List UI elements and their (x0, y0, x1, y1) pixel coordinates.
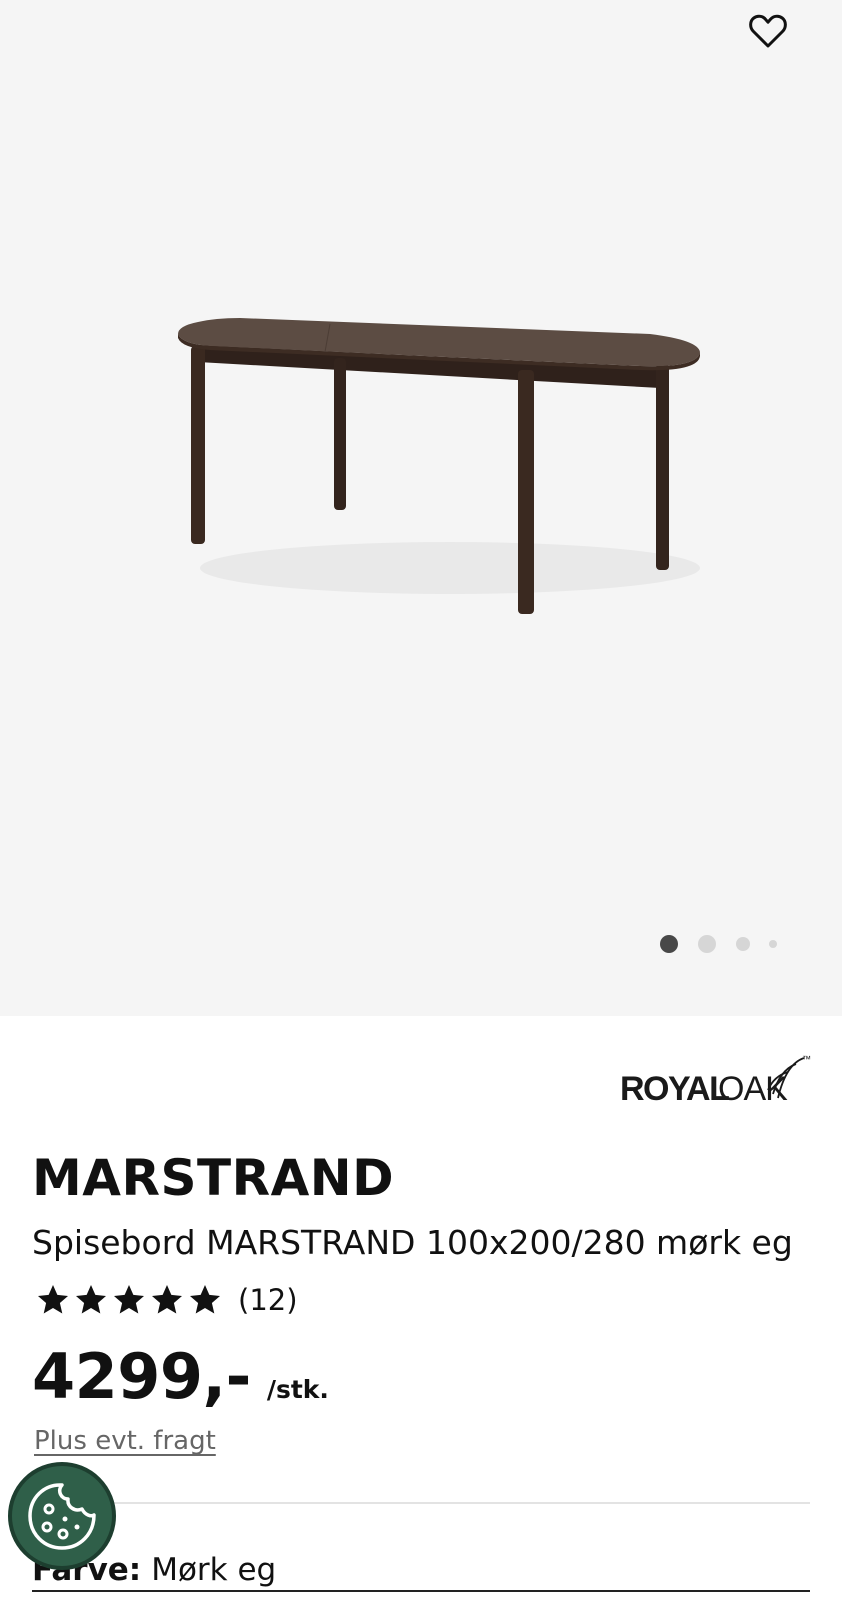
star-filled-icon (38, 1285, 68, 1314)
review-count: (12) (238, 1283, 298, 1317)
star-filled-icon (114, 1285, 144, 1314)
carousel-dot-4[interactable] (769, 940, 777, 948)
price-row: 4299,- /stk. (32, 1340, 329, 1414)
rating-summary[interactable]: (12) (34, 1280, 298, 1320)
star-filled-icon (190, 1285, 220, 1314)
svg-text:™: ™ (802, 1054, 811, 1064)
royal-oak-logo[interactable]: ROYAL OAK ™ (618, 1050, 814, 1110)
section-divider (32, 1502, 810, 1504)
carousel-dot-3[interactable] (736, 937, 750, 951)
svg-text:ROYAL: ROYAL (620, 1070, 729, 1108)
star-filled-icon (76, 1285, 106, 1314)
color-option-underline (32, 1590, 810, 1592)
product-title: MARSTRAND (32, 1149, 395, 1207)
freight-info-link[interactable]: Plus evt. fragt (34, 1426, 216, 1456)
heart-outline-icon (749, 14, 787, 48)
product-price: 4299,- (32, 1340, 251, 1413)
star-filled-icon (152, 1285, 182, 1314)
cookie-icon (28, 1483, 96, 1550)
product-description: Spisebord MARSTRAND 100x200/280 mørk eg (32, 1223, 793, 1262)
carousel-dot-1[interactable] (660, 935, 678, 953)
product-image-gallery[interactable] (0, 0, 842, 1016)
carousel-dot-2[interactable] (698, 935, 716, 953)
color-value: Mørk eg (151, 1552, 277, 1588)
favorite-button[interactable] (744, 8, 792, 54)
carousel-pagination (650, 930, 790, 958)
cookie-settings-button[interactable] (8, 1462, 116, 1570)
price-unit: /stk. (266, 1375, 329, 1404)
svg-text:OAK: OAK (718, 1070, 788, 1108)
product-image[interactable] (120, 300, 740, 640)
